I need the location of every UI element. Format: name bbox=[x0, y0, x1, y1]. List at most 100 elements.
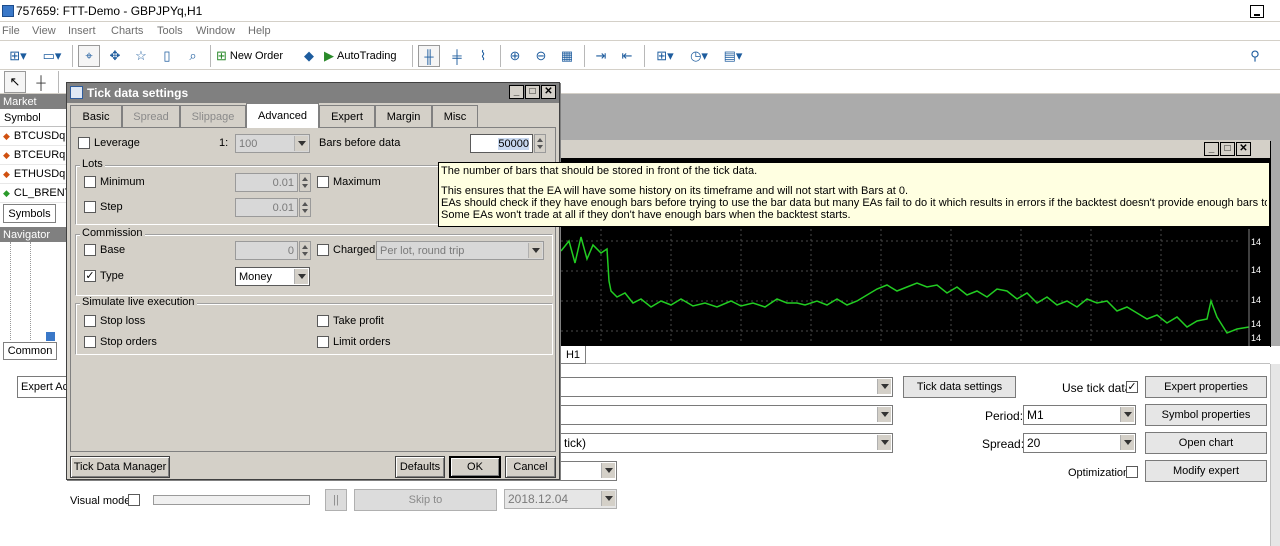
tab-margin[interactable]: Margin bbox=[375, 105, 432, 127]
chevron-down-icon bbox=[294, 269, 308, 284]
bar-chart-icon[interactable]: ╫ bbox=[418, 45, 440, 67]
chart-shift-icon[interactable]: ⇤ bbox=[616, 45, 638, 67]
tab-symbols[interactable]: Symbols bbox=[3, 204, 56, 223]
menu-help[interactable]: Help bbox=[248, 25, 271, 37]
take-profit-checkbox[interactable] bbox=[317, 315, 329, 327]
skip-date-select[interactable]: 2018.12.04 bbox=[504, 489, 617, 509]
autotrading-button[interactable]: ▶ AutoTrading bbox=[324, 45, 406, 67]
leverage-select[interactable]: 100 bbox=[235, 134, 310, 153]
symbol-row[interactable]: ◆ BTCEURq bbox=[0, 146, 66, 165]
tab-slippage[interactable]: Slippage bbox=[180, 105, 246, 127]
symbol-row[interactable]: ◆ CL_BRENT bbox=[0, 184, 71, 203]
tab-common[interactable]: Common bbox=[3, 342, 57, 360]
skip-to-button[interactable]: Skip to bbox=[354, 489, 497, 511]
use-tick-data-checkbox[interactable]: ✓ bbox=[1126, 381, 1138, 393]
bars-before-input[interactable]: 50000 bbox=[470, 134, 533, 153]
period-select[interactable]: M1 bbox=[1023, 405, 1136, 425]
search-icon[interactable]: ⚲ bbox=[1244, 45, 1266, 67]
navigator-icon[interactable]: ☆ bbox=[130, 45, 152, 67]
tab-spread[interactable]: Spread bbox=[122, 105, 180, 127]
base-commission-spinner[interactable] bbox=[299, 241, 311, 260]
chart-close-button[interactable]: ✕ bbox=[1236, 142, 1251, 156]
data-window-icon[interactable]: ✥ bbox=[104, 45, 126, 67]
expert-properties-button[interactable]: Expert properties bbox=[1145, 376, 1267, 398]
strategy-tester-icon[interactable]: ⌕ bbox=[182, 45, 204, 67]
tab-h1[interactable]: H1 bbox=[560, 346, 586, 364]
menu-file[interactable]: File bbox=[2, 25, 20, 37]
minimum-lots-spinner[interactable] bbox=[299, 173, 311, 192]
modify-expert-button[interactable]: Modify expert bbox=[1145, 460, 1267, 482]
optimization-checkbox[interactable] bbox=[1126, 466, 1138, 478]
line-chart-icon[interactable]: ⌇ bbox=[472, 45, 494, 67]
step-lots-checkbox[interactable] bbox=[84, 201, 96, 213]
symbol-row[interactable]: ◆ ETHUSDq bbox=[0, 165, 66, 184]
type-commission-select[interactable]: Money bbox=[235, 267, 310, 286]
minimum-lots-input[interactable]: 0.01 bbox=[235, 173, 298, 192]
chart-minimize-button[interactable]: _ bbox=[1204, 142, 1219, 156]
base-commission-checkbox[interactable] bbox=[84, 244, 96, 256]
tab-expert[interactable]: Expert bbox=[319, 105, 375, 127]
chart-maximize-button[interactable]: □ bbox=[1220, 142, 1235, 156]
tester-scrollbar[interactable] bbox=[1270, 364, 1280, 546]
type-commission-checkbox[interactable]: ✓ bbox=[84, 270, 96, 282]
stop-orders-checkbox[interactable] bbox=[84, 336, 96, 348]
new-order-button[interactable]: ⊞ New Order bbox=[216, 45, 292, 67]
dialog-minimize-button[interactable]: _ bbox=[509, 85, 524, 99]
market-watch-icon[interactable]: ⌖ bbox=[78, 45, 100, 67]
indicators-icon[interactable]: ⊞▾ bbox=[650, 45, 680, 67]
cursor-icon[interactable]: ↖ bbox=[4, 71, 26, 93]
menu-tools[interactable]: Tools bbox=[157, 25, 183, 37]
limit-orders-checkbox[interactable] bbox=[317, 336, 329, 348]
zoom-out-icon[interactable]: ⊖ bbox=[530, 45, 552, 67]
bars-before-spinner[interactable] bbox=[534, 134, 546, 153]
leverage-checkbox[interactable] bbox=[78, 137, 90, 149]
zoom-in-icon[interactable]: ⊕ bbox=[504, 45, 526, 67]
new-order-icon: ⊞ bbox=[216, 48, 227, 63]
tab-basic[interactable]: Basic bbox=[70, 105, 122, 127]
maximum-lots-checkbox[interactable] bbox=[317, 176, 329, 188]
menu-window[interactable]: Window bbox=[196, 25, 235, 37]
dialog-close-button[interactable]: ✕ bbox=[541, 85, 556, 99]
date-from-select[interactable] bbox=[560, 461, 617, 481]
defaults-button[interactable]: Defaults bbox=[395, 456, 445, 478]
open-chart-button[interactable]: Open chart bbox=[1145, 432, 1267, 454]
minimize-button[interactable] bbox=[1250, 5, 1264, 18]
templates-icon[interactable]: ▤▾ bbox=[718, 45, 748, 67]
symbol-properties-button[interactable]: Symbol properties bbox=[1145, 404, 1267, 426]
dialog-maximize-button[interactable]: □ bbox=[525, 85, 540, 99]
symbol-select[interactable] bbox=[560, 405, 893, 425]
spread-select[interactable]: 20 bbox=[1023, 433, 1136, 453]
periods-icon[interactable]: ◷▾ bbox=[684, 45, 714, 67]
new-chart-icon[interactable]: ⊞▾ bbox=[4, 45, 32, 67]
optimization-label: Optimization bbox=[1068, 467, 1130, 479]
tab-misc[interactable]: Misc bbox=[432, 105, 478, 127]
visual-speed-slider[interactable] bbox=[153, 495, 310, 505]
symbol-row[interactable]: ◆ BTCUSDq bbox=[0, 127, 66, 146]
model-select[interactable]: tick) bbox=[560, 433, 893, 453]
tick-data-manager-button[interactable]: Tick Data Manager bbox=[70, 456, 170, 478]
cancel-button[interactable]: Cancel bbox=[505, 456, 556, 478]
autoscroll-icon[interactable]: ⇥ bbox=[590, 45, 612, 67]
stop-loss-checkbox[interactable] bbox=[84, 315, 96, 327]
menu-insert[interactable]: Insert bbox=[68, 25, 96, 37]
metaeditor-icon[interactable]: ◆ bbox=[298, 45, 320, 67]
candlestick-icon[interactable]: ╪ bbox=[446, 45, 468, 67]
ok-button[interactable]: OK bbox=[449, 456, 501, 478]
menu-charts[interactable]: Charts bbox=[111, 25, 143, 37]
base-commission-input[interactable]: 0 bbox=[235, 241, 298, 260]
step-lots-spinner[interactable] bbox=[299, 198, 311, 217]
pause-button[interactable]: || bbox=[325, 489, 347, 511]
menu-view[interactable]: View bbox=[32, 25, 56, 37]
tick-data-settings-button[interactable]: Tick data settings bbox=[903, 376, 1016, 398]
minimum-lots-checkbox[interactable] bbox=[84, 176, 96, 188]
expert-select[interactable] bbox=[560, 377, 893, 397]
tile-windows-icon[interactable]: ▦ bbox=[556, 45, 578, 67]
tab-advanced[interactable]: Advanced bbox=[246, 103, 319, 128]
step-lots-input[interactable]: 0.01 bbox=[235, 198, 298, 217]
crosshair-icon[interactable]: ┼ bbox=[30, 71, 52, 93]
profiles-icon[interactable]: ▭▾ bbox=[38, 45, 66, 67]
charged-select[interactable]: Per lot, round trip bbox=[376, 241, 544, 260]
terminal-icon[interactable]: ▯ bbox=[156, 45, 178, 67]
visual-mode-checkbox[interactable] bbox=[128, 494, 140, 506]
charged-checkbox[interactable] bbox=[317, 244, 329, 256]
